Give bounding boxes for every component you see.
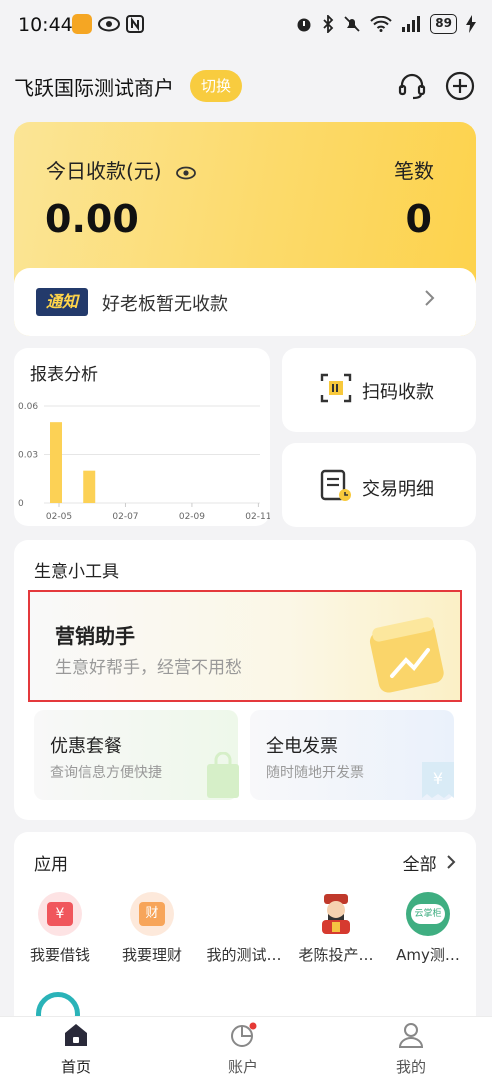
eye-icon <box>98 16 120 32</box>
chart-x-tick: 02-11 <box>245 512 270 522</box>
app-item-wealth[interactable]: 财 我要理财 <box>106 892 198 965</box>
invoice-title: 全电发票 <box>266 736 338 757</box>
loan-icon: ¥ <box>38 892 82 936</box>
chart-y-tick: 0.03 <box>18 451 38 461</box>
transaction-count: 0 <box>405 197 432 241</box>
svg-text:¥: ¥ <box>433 769 443 788</box>
mute-icon <box>344 16 360 32</box>
receipt-icon <box>320 469 354 507</box>
coupon-subtitle: 查询信息方便快捷 <box>50 765 162 781</box>
chart-x-tick: 02-09 <box>179 512 205 522</box>
coupon-title: 优惠套餐 <box>50 736 122 757</box>
home-icon <box>65 1024 87 1046</box>
invoice-icon: ¥ <box>420 760 456 804</box>
status-left-icons <box>72 14 144 34</box>
chart-y-tick: 0 <box>18 499 24 509</box>
battery-level: 89 <box>430 14 457 34</box>
wifi-icon <box>370 16 393 32</box>
apps-all-link[interactable]: 全部 <box>403 850 456 875</box>
tools-title: 生意小工具 <box>34 562 119 582</box>
report-chart: 0.06 0.03 0 02-05 02-07 02-09 02-11 <box>18 402 270 522</box>
transaction-count-label: 笔数 <box>394 159 434 183</box>
invoice-subtitle: 随时随地开发票 <box>266 765 364 781</box>
signal-icon <box>402 16 421 32</box>
switch-merchant-button[interactable]: 切换 <box>190 70 242 102</box>
chart-y-tick: 0.06 <box>18 402 38 412</box>
marketing-title: 营销助手 <box>55 624 135 648</box>
app-notification-icon <box>72 14 92 34</box>
notice-text: 好老板暂无收款 <box>102 294 228 315</box>
report-title: 报表分析 <box>30 365 98 385</box>
alarm-icon <box>297 18 311 32</box>
customer-service-icon[interactable] <box>396 70 428 102</box>
app-item-chen[interactable]: 老陈投产… <box>290 892 382 965</box>
today-income-label: 今日收款(元) <box>46 155 196 184</box>
chevron-right-icon <box>424 288 436 313</box>
marketing-subtitle: 生意好帮手，经营不用愁 <box>55 658 242 678</box>
app-item-my-test[interactable]: 我的测试… <box>198 892 290 965</box>
shopping-bag-icon <box>205 751 241 804</box>
nav-account[interactable]: 账户 <box>188 1022 298 1077</box>
chart-bar <box>50 422 62 503</box>
nfc-icon <box>126 15 144 33</box>
transactions-label: 交易明细 <box>362 479 434 500</box>
chevron-right-icon <box>447 855 456 869</box>
blank-icon <box>222 892 266 936</box>
wealth-icon: 财 <box>130 892 174 936</box>
status-time: 10:44 <box>18 14 73 36</box>
eye-toggle-icon[interactable] <box>176 166 196 180</box>
growth-chart-icon <box>368 614 452 702</box>
pie-chart-icon <box>231 1022 257 1047</box>
nav-mine[interactable]: 我的 <box>356 1022 466 1077</box>
apps-title: 应用 <box>34 855 68 875</box>
scan-label: 扫码收款 <box>362 382 434 403</box>
chart-x-tick: 02-05 <box>46 512 72 522</box>
add-icon[interactable] <box>444 70 476 102</box>
scan-icon <box>320 372 352 408</box>
chart-bar <box>83 470 96 503</box>
status-right-icons: 89 <box>295 14 476 34</box>
bluetooth-icon <box>323 15 334 33</box>
chart-x-tick: 02-07 <box>112 512 138 522</box>
app-item-loan[interactable]: ¥ 我要借钱 <box>14 892 106 965</box>
fortune-god-icon <box>314 892 358 936</box>
app-item-amy[interactable]: 云掌柜 Amy测… <box>382 892 474 965</box>
cloud-icon: 云掌柜 <box>406 892 450 936</box>
merchant-name: 飞跃国际测试商户 <box>14 76 174 100</box>
user-icon <box>398 1023 424 1048</box>
charging-icon <box>466 15 476 33</box>
nav-home[interactable]: 首页 <box>21 1022 131 1077</box>
today-income-amount: 0.00 <box>45 197 139 241</box>
notice-badge: 通知 <box>36 288 88 316</box>
